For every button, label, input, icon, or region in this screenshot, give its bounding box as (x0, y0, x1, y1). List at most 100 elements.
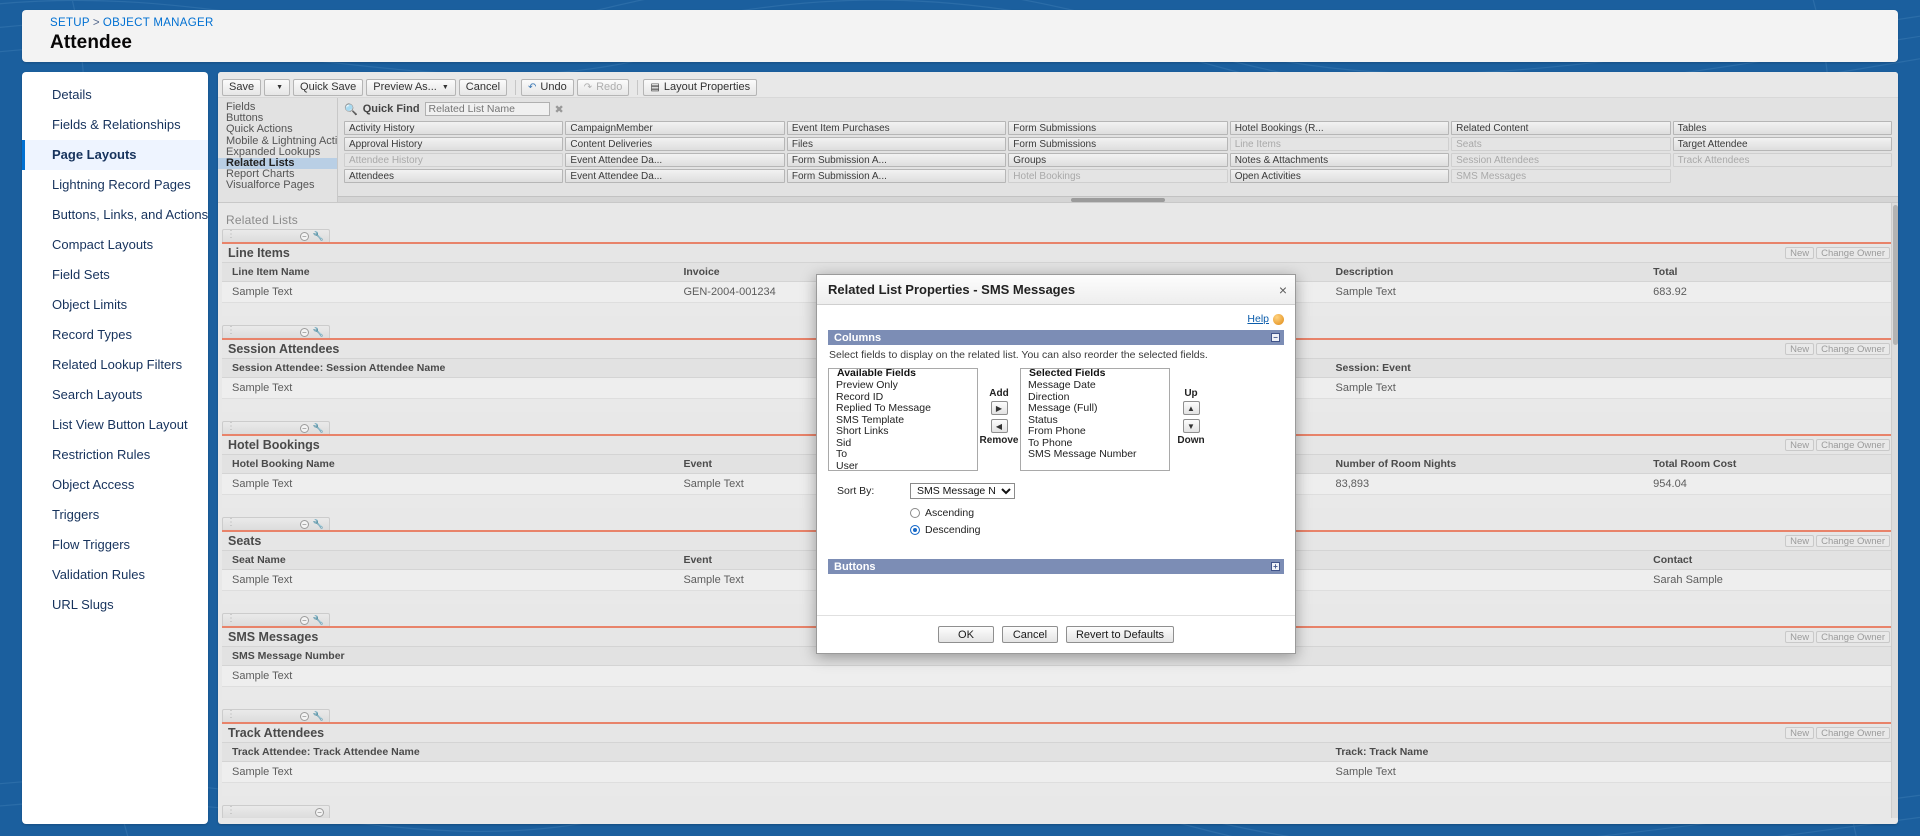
remove-related-list-icon[interactable]: − (299, 615, 309, 625)
palette-chip[interactable]: Tables (1672, 121, 1892, 135)
sidebar-item-search-layouts[interactable]: Search Layouts (22, 380, 208, 410)
available-fields-box[interactable]: Available Fields Preview Only Record ID Re… (828, 368, 978, 471)
sidebar-item-validation-rules[interactable]: Validation Rules (22, 560, 208, 590)
palette-chip[interactable]: Form Submission A... (786, 169, 1007, 183)
palette-chip[interactable]: Content Deliveries (565, 137, 785, 151)
selected-field-item[interactable]: Message Date (1021, 379, 1169, 392)
change-owner-button[interactable]: Change Owner (1816, 535, 1890, 547)
related-list-drag-handle[interactable]: −🔧 (222, 325, 330, 338)
palette-chip[interactable]: Event Item Purchases (786, 121, 1007, 135)
change-owner-button[interactable]: Change Owner (1816, 439, 1890, 451)
related-list-drag-handle[interactable]: −🔧 (222, 709, 330, 722)
add-field-button[interactable]: ▶ (990, 401, 1008, 415)
palette-chip[interactable]: Event Attendee Da... (565, 169, 785, 183)
save-button[interactable]: Save (222, 78, 262, 96)
available-field-item[interactable]: To (829, 448, 977, 461)
ok-button[interactable]: OK (937, 626, 994, 643)
sidebar-item-object-access[interactable]: Object Access (22, 470, 208, 500)
remove-related-list-icon[interactable]: − (299, 711, 309, 721)
move-up-button[interactable]: ▲ (1182, 401, 1200, 415)
related-list-drag-handle[interactable]: −🔧 (222, 517, 330, 530)
ascending-option[interactable]: Ascending (910, 504, 1284, 521)
new-button[interactable]: New (1785, 247, 1815, 259)
descending-radio[interactable] (910, 524, 920, 535)
palette-chip[interactable]: CampaignMember (565, 121, 785, 135)
dialog-cancel-button[interactable]: Cancel (1001, 626, 1058, 643)
palette-scroll-thumb[interactable] (1071, 198, 1165, 202)
sidebar-item-record-types[interactable]: Record Types (22, 320, 208, 350)
collapse-columns-icon[interactable]: − (1271, 333, 1280, 342)
layout-properties-button[interactable]: ▤ Layout Properties (643, 78, 758, 96)
remove-related-list-icon[interactable]: − (315, 807, 324, 817)
help-orb-icon[interactable] (1273, 313, 1284, 325)
breadcrumb-object-manager-link[interactable]: OBJECT MANAGER (103, 17, 214, 29)
cancel-button[interactable]: Cancel (458, 78, 508, 96)
revert-to-defaults-button[interactable]: Revert to Defaults (1065, 626, 1175, 643)
palette-chip[interactable]: Approval History (344, 137, 564, 151)
selected-field-item[interactable]: SMS Message Number (1021, 448, 1169, 461)
sidebar-item-field-sets[interactable]: Field Sets (22, 260, 208, 290)
new-button[interactable]: New (1785, 631, 1815, 643)
ascending-radio[interactable] (910, 507, 920, 518)
sidebar-item-fields-relationships[interactable]: Fields & Relationships (22, 110, 208, 140)
palette-category-visualforce-pages[interactable]: Visualforce Pages (218, 180, 337, 191)
related-list-drag-handle[interactable]: −🔧 (222, 421, 330, 434)
move-down-button[interactable]: ▼ (1182, 419, 1200, 433)
new-button[interactable]: New (1785, 727, 1815, 739)
help-link[interactable]: Help (1247, 313, 1269, 325)
redo-button[interactable]: ↷ Redo (576, 78, 630, 96)
change-owner-button[interactable]: Change Owner (1816, 247, 1890, 259)
palette-chip[interactable]: Hotel Bookings (R... (1229, 121, 1450, 135)
edit-properties-wrench-icon[interactable]: 🔧 (313, 327, 324, 338)
sidebar-item-flow-triggers[interactable]: Flow Triggers (22, 530, 208, 560)
canvas-scrollbar[interactable] (1891, 203, 1898, 818)
sidebar-item-object-limits[interactable]: Object Limits (22, 290, 208, 320)
remove-related-list-icon[interactable]: − (299, 327, 309, 337)
edit-properties-wrench-icon[interactable]: 🔧 (313, 711, 324, 722)
edit-properties-wrench-icon[interactable]: 🔧 (313, 423, 324, 434)
palette-category-quick-actions[interactable]: Quick Actions (218, 124, 337, 135)
palette-chip[interactable]: Form Submissions (1008, 121, 1228, 135)
available-field-item[interactable]: Sid (829, 437, 977, 450)
palette-chip[interactable]: Form Submission A... (786, 153, 1007, 167)
undo-button[interactable]: ↶ Undo (521, 78, 574, 96)
related-list-drag-handle[interactable]: −🔧 (222, 229, 330, 242)
sort-by-select[interactable]: SMS Message NumberMessage DateDirectionS… (910, 483, 1015, 499)
remove-related-list-icon[interactable]: − (299, 423, 309, 433)
change-owner-button[interactable]: Change Owner (1816, 631, 1890, 643)
new-button[interactable]: New (1785, 439, 1815, 451)
available-field-item[interactable]: User (829, 460, 977, 470)
remove-field-button[interactable]: ◀ (990, 419, 1008, 433)
descending-option[interactable]: Descending (910, 521, 1284, 538)
edit-properties-wrench-icon[interactable]: 🔧 (313, 615, 324, 626)
sidebar-item-url-slugs[interactable]: URL Slugs (22, 590, 208, 620)
available-field-item[interactable]: Preview Only (829, 379, 977, 392)
sidebar-item-list-view-button-layout[interactable]: List View Button Layout (22, 410, 208, 440)
selected-field-item[interactable]: Message (Full) (1021, 402, 1169, 415)
related-list-drag-handle[interactable]: − (222, 805, 330, 818)
palette-chip[interactable]: Activity History (344, 121, 564, 135)
palette-chip[interactable]: Related Content (1451, 121, 1671, 135)
available-field-item[interactable]: Replied To Message (829, 402, 977, 415)
sidebar-item-related-lookup-filters[interactable]: Related Lookup Filters (22, 350, 208, 380)
palette-chip[interactable]: Files (786, 137, 1007, 151)
quick-find-input[interactable] (424, 102, 550, 116)
edit-properties-wrench-icon[interactable]: 🔧 (313, 519, 324, 530)
canvas-scroll-thumb[interactable] (1893, 205, 1898, 345)
new-button[interactable]: New (1785, 343, 1815, 355)
sidebar-item-buttons-links-and-actions[interactable]: Buttons, Links, and Actions (22, 200, 208, 230)
palette-chip[interactable]: Attendees (344, 169, 564, 183)
palette-scrollbar[interactable] (338, 196, 1898, 202)
available-field-item[interactable]: Short Links (829, 425, 977, 438)
preview-as-button[interactable]: Preview As... ▼ (366, 78, 456, 96)
edit-properties-wrench-icon[interactable]: 🔧 (313, 231, 324, 242)
selected-field-item[interactable]: From Phone (1021, 425, 1169, 438)
quick-save-button[interactable]: Quick Save (293, 78, 364, 96)
selected-fields-box[interactable]: Selected Fields Message Date Direction Mes… (1020, 368, 1170, 471)
palette-chip[interactable]: Form Submissions (1008, 137, 1228, 151)
sidebar-item-page-layouts[interactable]: Page Layouts (22, 140, 208, 170)
change-owner-button[interactable]: Change Owner (1816, 343, 1890, 355)
palette-chip[interactable]: Notes & Attachments (1229, 153, 1450, 167)
sidebar-item-restriction-rules[interactable]: Restriction Rules (22, 440, 208, 470)
close-icon[interactable]: × (1279, 283, 1287, 297)
